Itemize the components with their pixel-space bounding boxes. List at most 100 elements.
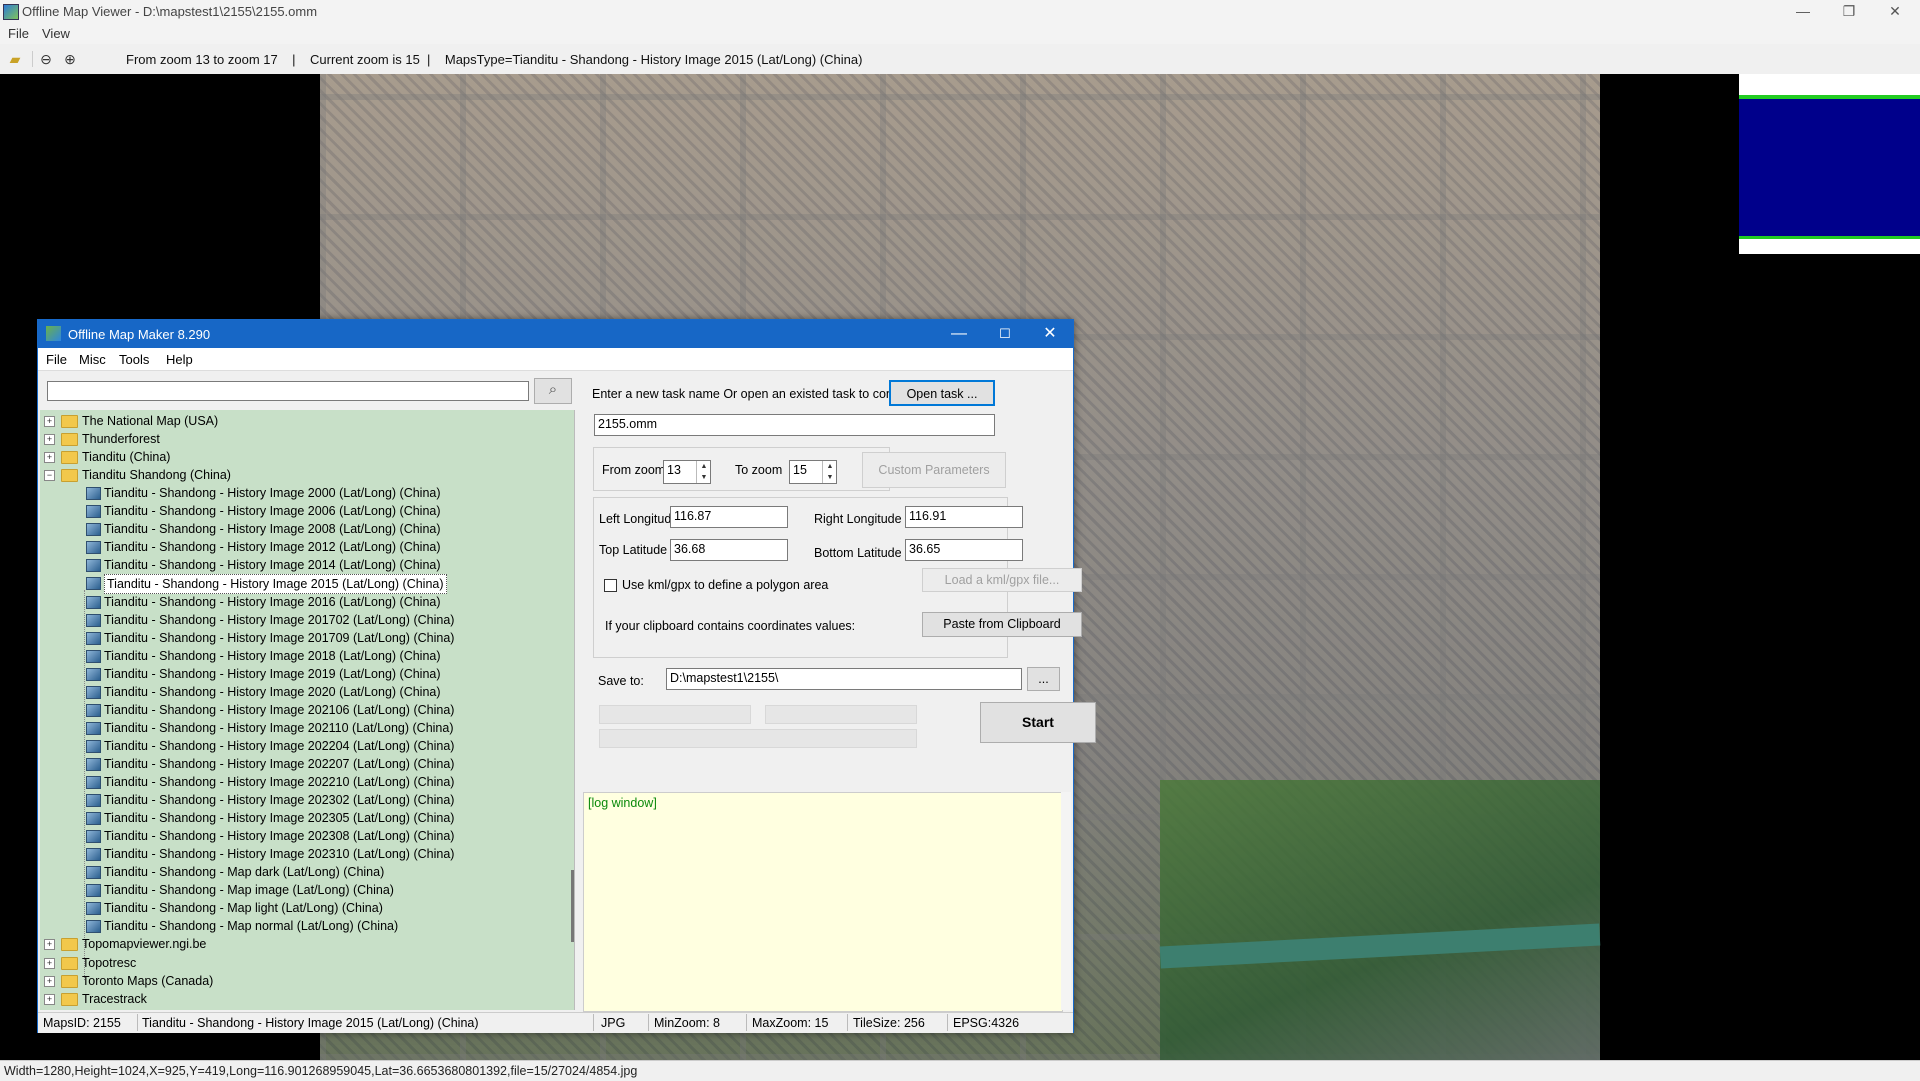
dialog-minimize-icon[interactable]: — bbox=[936, 320, 982, 348]
zoom-out-icon[interactable]: ⊖ bbox=[38, 51, 54, 67]
tree-map-item[interactable]: Tianditu - Shandong - History Image 2020… bbox=[40, 683, 570, 701]
folder-icon bbox=[61, 974, 78, 988]
tree-map-item[interactable]: Tianditu - Shandong - History Image 2023… bbox=[40, 809, 570, 827]
expand-icon[interactable]: + bbox=[44, 434, 55, 446]
kml-checkbox[interactable] bbox=[604, 579, 617, 592]
to-zoom-stepper-icon[interactable]: ▲ ▼ bbox=[822, 461, 837, 483]
map-image-icon bbox=[86, 667, 101, 681]
tree-map-item[interactable]: Tianditu - Shandong - History Image 2016… bbox=[40, 593, 570, 611]
tree-map-item[interactable]: Tianditu - Shandong - History Image 2019… bbox=[40, 665, 570, 683]
tree-map-item[interactable]: Tianditu - Shandong - History Image 2023… bbox=[40, 827, 570, 845]
dialog-menu-file[interactable]: File bbox=[46, 352, 67, 367]
tree-folder-item[interactable]: + Tianditu (China) bbox=[40, 448, 570, 466]
log-window[interactable]: [log window] bbox=[583, 792, 1063, 1012]
start-button[interactable]: Start bbox=[980, 702, 1096, 743]
tree-map-item[interactable]: Tianditu - Shandong - Map dark (Lat/Long… bbox=[40, 863, 570, 881]
map-image-icon bbox=[86, 685, 101, 699]
tree-map-item[interactable]: Tianditu - Shandong - History Image 2022… bbox=[40, 755, 570, 773]
tree-map-item[interactable]: Tianditu - Shandong - History Image 2023… bbox=[40, 791, 570, 809]
tree-map-item[interactable]: Tianditu - Shandong - History Image 2017… bbox=[40, 611, 570, 629]
expand-icon[interactable]: + bbox=[44, 416, 55, 427]
tree-map-item[interactable]: Tianditu - Shandong - History Image 2021… bbox=[40, 719, 570, 737]
custom-parameters-button[interactable]: Custom Parameters bbox=[862, 452, 1006, 488]
expand-icon[interactable]: + bbox=[44, 939, 55, 951]
log-scrollbar[interactable] bbox=[1061, 792, 1071, 1010]
map-image-icon bbox=[86, 577, 101, 591]
browse-button[interactable]: ... bbox=[1027, 667, 1060, 691]
open-folder-icon[interactable]: ▰ bbox=[7, 51, 23, 67]
expand-icon[interactable]: + bbox=[44, 957, 55, 969]
top-latitude-input[interactable]: 36.68 bbox=[670, 539, 788, 561]
bottom-latitude-input[interactable]: 36.65 bbox=[905, 539, 1023, 561]
from-zoom-stepper-icon[interactable]: ▲ ▼ bbox=[696, 461, 711, 483]
dialog-menu-misc[interactable]: Misc bbox=[79, 352, 106, 367]
tree-map-item[interactable]: Tianditu - Shandong - History Image 2023… bbox=[40, 845, 570, 863]
tree-map-item[interactable]: Tianditu - Shandong - History Image 2015… bbox=[40, 574, 570, 595]
tree-map-item[interactable]: Tianditu - Shandong - Map light (Lat/Lon… bbox=[40, 899, 570, 917]
left-longitude-input[interactable]: 116.87 bbox=[670, 506, 788, 528]
tree-map-item[interactable]: Tianditu - Shandong - History Image 2022… bbox=[40, 773, 570, 791]
from-zoom-label: From zoom bbox=[602, 463, 666, 477]
map-type-tree[interactable]: + The National Map (USA) + Thunderforest + Ti… bbox=[40, 410, 575, 1010]
dialog-menu-tools[interactable]: Tools bbox=[119, 352, 149, 367]
map-image-icon bbox=[86, 703, 101, 717]
status-max-zoom: MaxZoom: 15 bbox=[752, 1016, 829, 1030]
tree-map-item[interactable]: Tianditu - Shandong - History Image 2018… bbox=[40, 647, 570, 665]
viewer-toolbar: ▰ ⊖ ⊕ From zoom 13 to zoom 17 | Current … bbox=[0, 44, 1920, 75]
save-path-input[interactable]: D:\mapstest1\2155\ bbox=[666, 668, 1022, 690]
tree-map-item[interactable]: Tianditu - Shandong - Map image (Lat/Lon… bbox=[40, 881, 570, 899]
expand-icon[interactable]: + bbox=[44, 452, 55, 464]
tree-folder-item[interactable]: + Thunderforest bbox=[40, 430, 570, 448]
tree-folder-item[interactable]: − Tianditu Shandong (China) bbox=[40, 466, 570, 484]
dialog-titlebar[interactable]: Offline Map Maker 8.290 — ☐ ✕ bbox=[38, 320, 1073, 348]
to-zoom-spinner[interactable]: 15 ▲ ▼ bbox=[789, 460, 837, 484]
expand-icon[interactable]: + bbox=[44, 975, 55, 987]
tree-map-item[interactable]: Tianditu - Shandong - History Image 2006… bbox=[40, 502, 570, 520]
map-image-icon bbox=[86, 649, 101, 663]
tree-folder-item[interactable]: + The National Map (USA) bbox=[40, 412, 570, 430]
dialog-maximize-icon[interactable]: ☐ bbox=[982, 320, 1028, 348]
status-separator bbox=[746, 1014, 747, 1031]
tree-item-label: Tianditu Shandong (China) bbox=[82, 468, 231, 483]
search-button[interactable]: ⌕ bbox=[534, 378, 572, 404]
toolbar-separator bbox=[32, 51, 33, 67]
open-task-button[interactable]: Open task ... bbox=[889, 380, 995, 406]
map-image-icon bbox=[86, 541, 101, 555]
tree-map-item[interactable]: Tianditu - Shandong - History Image 2022… bbox=[40, 737, 570, 755]
progress-bar-1 bbox=[599, 705, 751, 724]
close-icon[interactable]: ✕ bbox=[1872, 0, 1918, 24]
collapse-icon[interactable]: − bbox=[44, 470, 55, 482]
tree-map-item[interactable]: Tianditu - Shandong - History Image 2021… bbox=[40, 701, 570, 719]
restore-icon[interactable]: ❐ bbox=[1826, 0, 1872, 24]
tree-map-item[interactable]: Tianditu - Shandong - Map normal (Lat/Lo… bbox=[40, 917, 570, 935]
expand-icon[interactable]: + bbox=[44, 993, 55, 1005]
zoom-in-icon[interactable]: ⊕ bbox=[62, 51, 78, 67]
tree-map-item[interactable]: Tianditu - Shandong - History Image 2017… bbox=[40, 629, 570, 647]
tree-item-label: Tianditu - Shandong - History Image 2017… bbox=[104, 630, 455, 645]
status-separator bbox=[847, 1014, 848, 1031]
tree-folder-item[interactable]: + Topomapviewer.ngi.be bbox=[40, 935, 570, 953]
tree-folder-item[interactable]: + Topotresc bbox=[40, 954, 570, 972]
dialog-menu-help[interactable]: Help bbox=[166, 352, 193, 367]
from-zoom-spinner[interactable]: 13 ▲ ▼ bbox=[663, 460, 711, 484]
dialog-app-icon bbox=[46, 326, 61, 341]
right-longitude-input[interactable]: 116.91 bbox=[905, 506, 1023, 528]
tree-folder-item[interactable]: + Tracestrack bbox=[40, 990, 570, 1008]
menu-view[interactable]: View bbox=[42, 26, 70, 41]
tree-map-item[interactable]: Tianditu - Shandong - History Image 2014… bbox=[40, 556, 570, 574]
tree-scrollbar[interactable] bbox=[571, 870, 574, 942]
dialog-close-icon[interactable]: ✕ bbox=[1027, 320, 1073, 348]
paste-from-clipboard-button[interactable]: Paste from Clipboard bbox=[922, 612, 1082, 637]
minimize-icon[interactable]: — bbox=[1780, 0, 1826, 24]
map-search-input[interactable] bbox=[47, 381, 529, 401]
tree-map-item[interactable]: Tianditu - Shandong - History Image 2000… bbox=[40, 484, 570, 502]
load-kml-button[interactable]: Load a kml/gpx file... bbox=[922, 568, 1082, 592]
tree-folder-item[interactable]: + Toronto Maps (Canada) bbox=[40, 972, 570, 990]
map-image-icon bbox=[86, 739, 101, 753]
tree-item-label: Tianditu - Shandong - Map dark (Lat/Long… bbox=[104, 865, 385, 880]
task-name-input[interactable]: 2155.omm bbox=[594, 414, 995, 436]
menu-file[interactable]: File bbox=[8, 26, 29, 41]
tree-map-item[interactable]: Tianditu - Shandong - History Image 2008… bbox=[40, 520, 570, 538]
clipboard-prompt-label: If your clipboard contains coordinates v… bbox=[605, 619, 856, 633]
tree-map-item[interactable]: Tianditu - Shandong - History Image 2012… bbox=[40, 538, 570, 556]
